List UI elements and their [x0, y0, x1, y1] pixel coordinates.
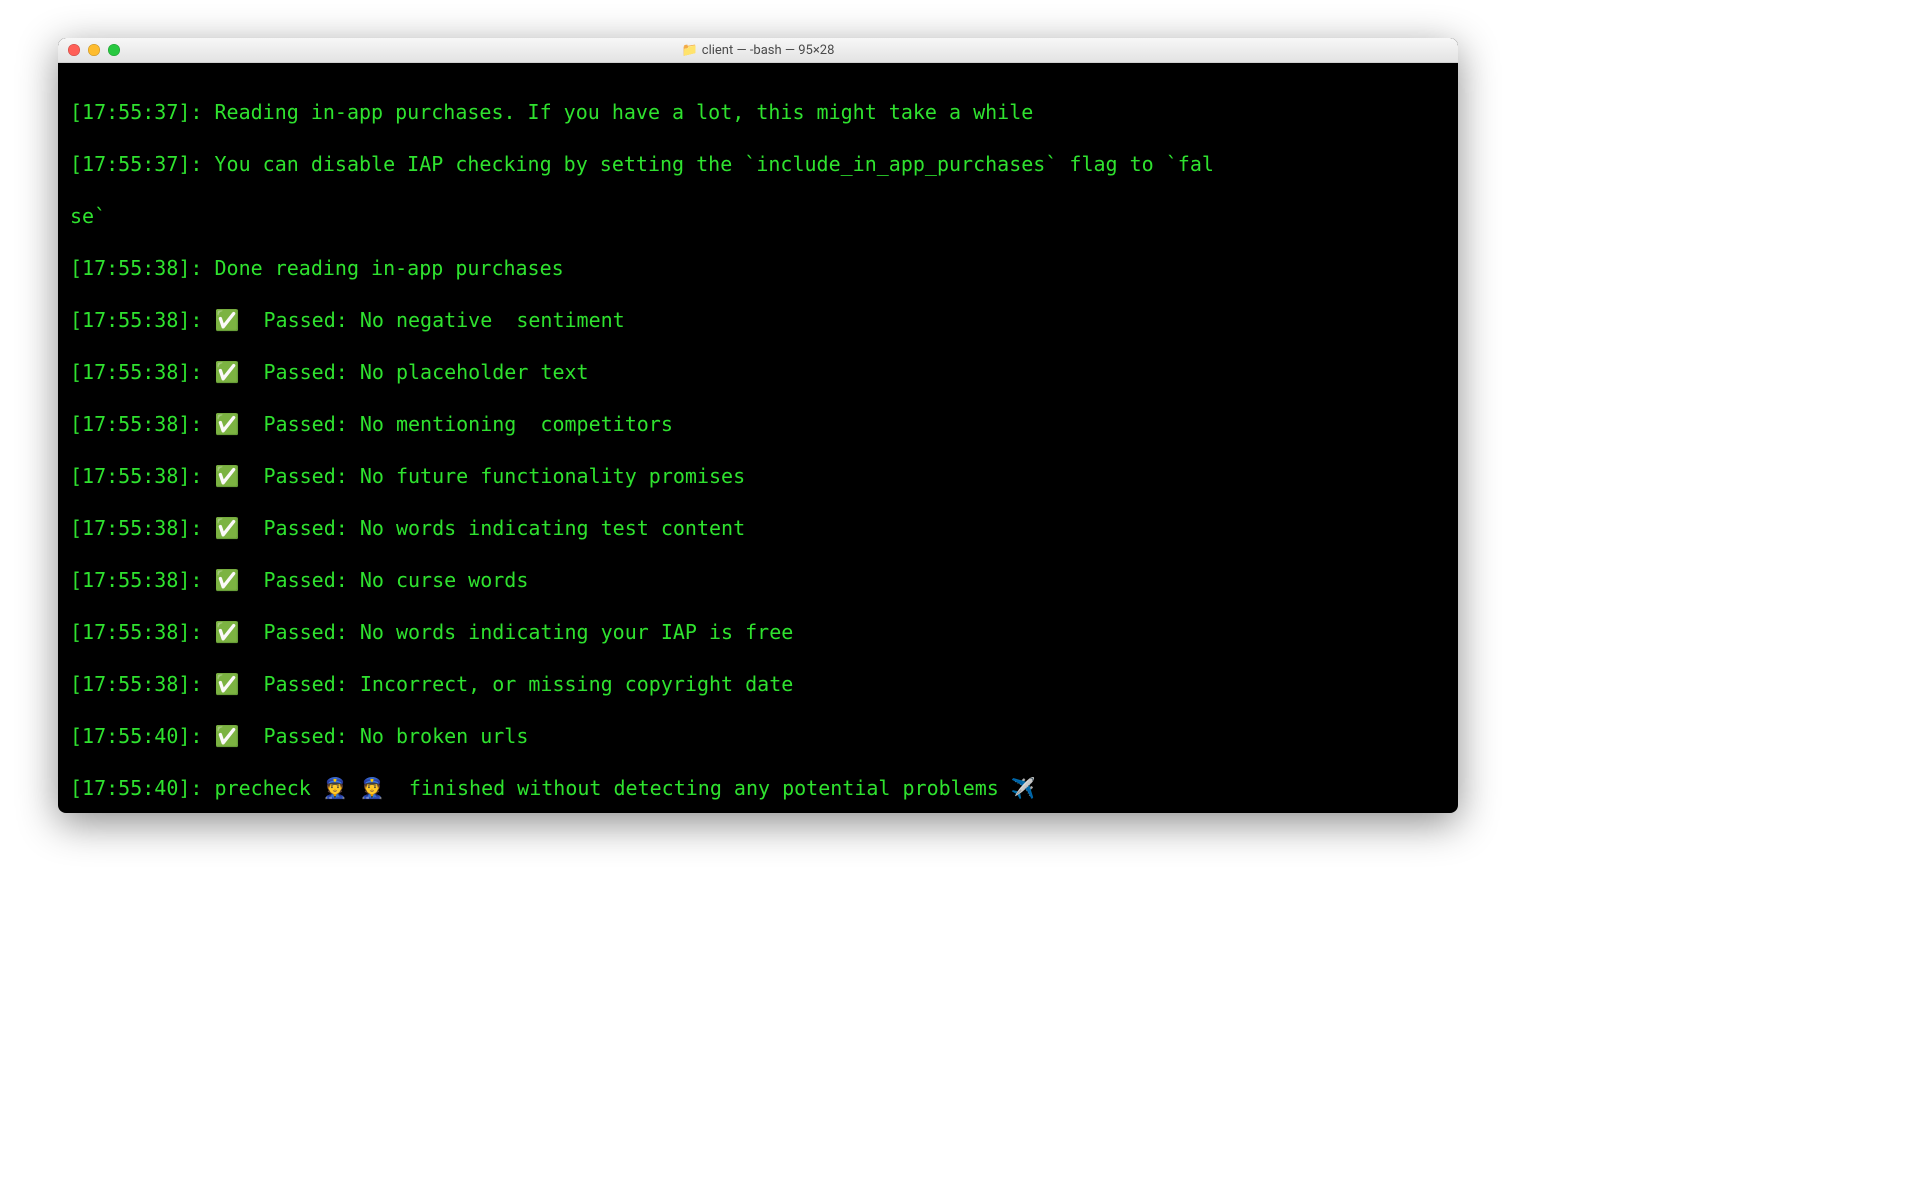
- check-line: [17:55:38]: ✅ Passed: No mentioning comp…: [70, 411, 1446, 437]
- log-text: Passed: No curse words: [239, 568, 528, 592]
- check-line: [17:55:38]: ✅ Passed: No words indicatin…: [70, 619, 1446, 645]
- timestamp: [17:55:38]:: [70, 672, 202, 696]
- log-text: precheck: [202, 776, 322, 800]
- check-line: [17:55:38]: ✅ Passed: No placeholder tex…: [70, 359, 1446, 385]
- check-icon: ✅: [215, 360, 240, 384]
- timestamp: [17:55:40]:: [70, 776, 202, 800]
- log-text: Passed: No mentioning: [239, 412, 528, 436]
- check-icon: ✅: [215, 672, 240, 696]
- check-line: [17:55:38]: ✅ Passed: Incorrect, or miss…: [70, 671, 1446, 697]
- log-text: Passed: No negative: [239, 308, 504, 332]
- timestamp: [17:55:38]:: [70, 620, 202, 644]
- check-icon: ✅: [215, 308, 240, 332]
- window-title-text: client — -bash — 95×28: [702, 43, 835, 58]
- timestamp: [17:55:38]:: [70, 568, 202, 592]
- timestamp: [17:55:38]:: [70, 360, 202, 384]
- timestamp: [17:55:38]:: [70, 256, 202, 280]
- log-text: sentiment: [504, 308, 624, 332]
- log-text: Passed: No broken urls: [239, 724, 528, 748]
- log-text: se`: [70, 204, 106, 228]
- log-text: Passed: No words indicating your IAP is …: [239, 620, 793, 644]
- terminal-body[interactable]: [17:55:37]: Reading in-app purchases. If…: [58, 63, 1458, 813]
- terminal-window: 📁 client — -bash — 95×28 [17:55:37]: Rea…: [58, 38, 1458, 813]
- log-line: [17:55:38]: Done reading in-app purchase…: [70, 255, 1446, 281]
- traffic-lights: [58, 44, 120, 56]
- log-text: Reading in-app purchases. If you have a …: [202, 100, 1033, 124]
- log-text: Done reading in-app purchases: [202, 256, 563, 280]
- page: 📁 client — -bash — 95×28 [17:55:37]: Rea…: [0, 0, 1920, 1181]
- log-line: se`: [70, 203, 1446, 229]
- finish-line: [17:55:40]: precheck 👮 👮 finished withou…: [70, 775, 1446, 801]
- timestamp: [17:55:38]:: [70, 308, 202, 332]
- check-line: [17:55:38]: ✅ Passed: No curse words: [70, 567, 1446, 593]
- timestamp: [17:55:37]:: [70, 152, 202, 176]
- titlebar[interactable]: 📁 client — -bash — 95×28: [58, 38, 1458, 63]
- plane-icon: ✈️: [1011, 776, 1036, 800]
- log-text: You can disable IAP checking by setting …: [202, 152, 1213, 176]
- close-icon[interactable]: [68, 44, 80, 56]
- log-text: Passed: No placeholder text: [239, 360, 588, 384]
- check-line: [17:55:38]: ✅ Passed: No future function…: [70, 463, 1446, 489]
- check-icon: ✅: [215, 724, 240, 748]
- check-line: [17:55:38]: ✅ Passed: No negative sentim…: [70, 307, 1446, 333]
- check-icon: ✅: [215, 568, 240, 592]
- check-icon: ✅: [215, 516, 240, 540]
- cop-icon: 👮: [360, 776, 385, 800]
- zoom-icon[interactable]: [108, 44, 120, 56]
- window-title: 📁 client — -bash — 95×28: [58, 43, 1458, 58]
- log-text: competitors: [528, 412, 673, 436]
- log-text: Passed: Incorrect, or missing copyright …: [239, 672, 793, 696]
- timestamp: [17:55:40]:: [70, 724, 202, 748]
- check-icon: ✅: [215, 412, 240, 436]
- log-line: [17:55:37]: Reading in-app purchases. If…: [70, 99, 1446, 125]
- log-line: [17:55:37]: You can disable IAP checking…: [70, 151, 1446, 177]
- log-text: Passed: No future functionality promises: [239, 464, 745, 488]
- timestamp: [17:55:38]:: [70, 516, 202, 540]
- cop-icon: 👮: [323, 776, 348, 800]
- minimize-icon[interactable]: [88, 44, 100, 56]
- log-text: finished without detecting any potential…: [385, 776, 1011, 800]
- timestamp: [17:55:38]:: [70, 412, 202, 436]
- folder-icon: 📁: [682, 44, 698, 57]
- timestamp: [17:55:38]:: [70, 464, 202, 488]
- check-line: [17:55:40]: ✅ Passed: No broken urls: [70, 723, 1446, 749]
- check-line: [17:55:38]: ✅ Passed: No words indicatin…: [70, 515, 1446, 541]
- log-text: Passed: No words indicating test content: [239, 516, 745, 540]
- timestamp: [17:55:37]:: [70, 100, 202, 124]
- check-icon: ✅: [215, 620, 240, 644]
- check-icon: ✅: [215, 464, 240, 488]
